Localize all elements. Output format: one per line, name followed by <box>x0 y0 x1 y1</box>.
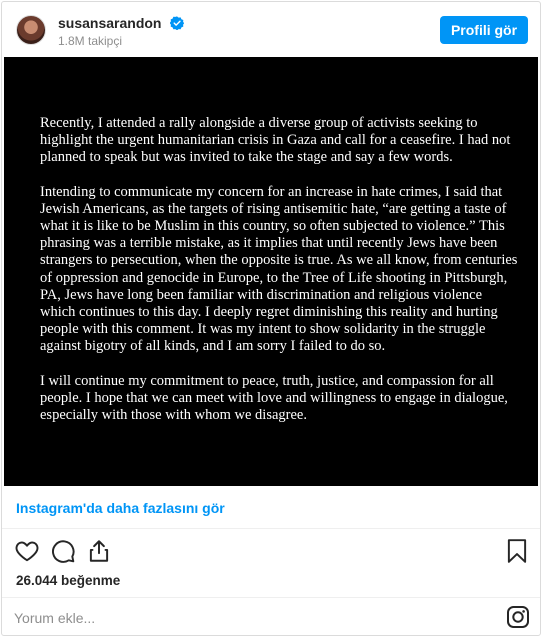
comment-icon[interactable] <box>50 538 76 564</box>
paragraph-3: I will continue my commitment to peace, … <box>40 372 508 424</box>
view-profile-button[interactable]: Profili gör <box>440 16 528 44</box>
view-more-on-instagram-link[interactable]: Instagram'da daha fazlasını gör <box>16 500 225 516</box>
comment-input[interactable] <box>14 608 484 628</box>
post-header: susansarandon 1.8M takipçi Profili gör <box>2 2 540 58</box>
bookmark-icon[interactable] <box>504 538 530 564</box>
like-count[interactable]: 26.044 beğenme <box>16 573 120 588</box>
paragraph-2: Intending to communicate my concern for … <box>40 183 518 355</box>
action-bar <box>2 538 540 566</box>
divider <box>2 528 540 529</box>
post-image-text: Recently, I attended a rally alongside a… <box>40 115 520 441</box>
paragraph-1: Recently, I attended a rally alongside a… <box>40 115 511 166</box>
instagram-embed-card: susansarandon 1.8M takipçi Profili gör R… <box>1 1 541 636</box>
username[interactable]: susansarandon <box>58 15 185 31</box>
post-media[interactable]: Recently, I attended a rally alongside a… <box>4 57 538 486</box>
heart-icon[interactable] <box>14 538 40 564</box>
verified-badge-icon <box>170 16 185 30</box>
avatar[interactable] <box>16 15 46 45</box>
divider <box>2 597 540 598</box>
instagram-icon[interactable] <box>506 605 530 629</box>
follower-count: 1.8M takipçi <box>58 34 123 48</box>
share-icon[interactable] <box>86 538 112 564</box>
username-text[interactable]: susansarandon <box>58 15 161 31</box>
